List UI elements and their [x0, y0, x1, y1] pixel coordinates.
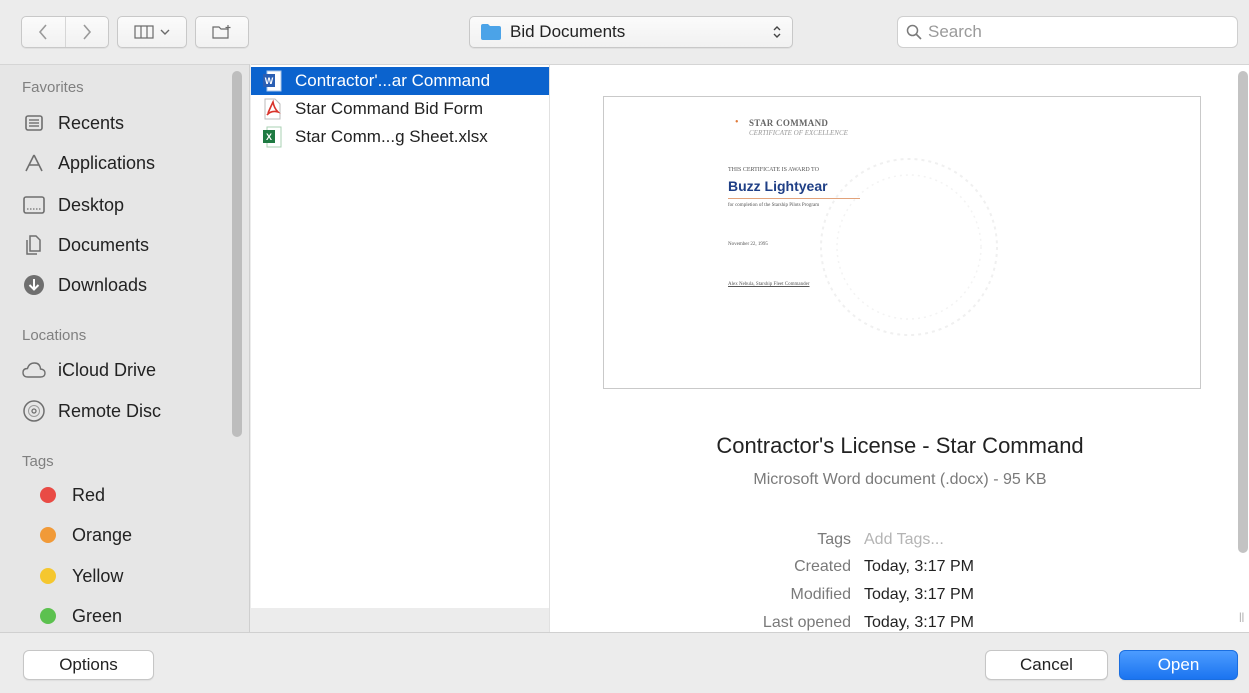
downloads-icon: [22, 273, 46, 297]
new-folder-button[interactable]: [195, 16, 249, 48]
sidebar-scrollbar[interactable]: [232, 71, 242, 437]
up-down-chevron-icon: [773, 26, 781, 38]
location-popup[interactable]: Bid Documents: [469, 16, 793, 48]
meta-label: Tags: [817, 531, 851, 548]
meta-label: Modified: [790, 586, 851, 603]
thumb-completion: for completion of the Starship Pilots Pr…: [728, 203, 820, 208]
file-row-spreadsheet[interactable]: X Star Comm...g Sheet.xlsx: [251, 123, 549, 151]
sidebar-item-label: Green: [72, 605, 123, 626]
thumb-recipient: Buzz Lightyear: [728, 178, 828, 194]
svg-text:X: X: [266, 132, 272, 142]
sidebar-item-documents[interactable]: Documents: [22, 229, 222, 261]
sidebar-item-label: Downloads: [58, 274, 148, 295]
file-name: Star Comm...g Sheet.xlsx: [295, 127, 488, 146]
sidebar-item-desktop[interactable]: Desktop: [22, 189, 222, 221]
icloud-icon: [22, 358, 46, 382]
tag-green-dot-icon: [40, 608, 56, 624]
column-resize-grip-icon[interactable]: ||: [1239, 612, 1244, 623]
favorites-header: Favorites: [22, 79, 84, 96]
sidebar-item-recents[interactable]: Recents: [22, 107, 222, 139]
chevron-left-icon: [39, 24, 47, 40]
meta-value: Today, 3:17 PM: [864, 558, 974, 575]
preview-pane: • STAR COMMAND CERTIFICATE OF EXCELLENCE…: [549, 64, 1249, 632]
sidebar-item-label: Desktop: [58, 194, 125, 215]
pdf-icon: [261, 97, 283, 121]
disc-icon: [22, 399, 46, 423]
meta-tags-row: Tags Add Tags...: [700, 531, 944, 553]
sidebar-item-label: iCloud Drive: [58, 359, 157, 380]
thumb-org: STAR COMMAND: [749, 118, 829, 128]
document-thumbnail: • STAR COMMAND CERTIFICATE OF EXCELLENCE…: [603, 96, 1201, 389]
search-field[interactable]: [897, 16, 1238, 48]
meta-modified-row: Modified Today, 3:17 PM: [700, 586, 974, 608]
preview-scrollbar[interactable]: [1238, 71, 1248, 553]
location-label: Bid Documents: [510, 22, 626, 41]
sidebar-item-label: Orange: [72, 524, 133, 545]
tag-red-dot-icon: [40, 487, 56, 503]
sidebar-item-tag-red[interactable]: Red: [22, 479, 222, 511]
meta-created-row: Created Today, 3:17 PM: [700, 558, 974, 580]
sidebar-item-label: Yellow: [72, 565, 124, 586]
add-tags-field[interactable]: Add Tags...: [864, 531, 944, 553]
file-name: Contractor'...ar Command: [295, 71, 491, 90]
applications-icon: [22, 151, 46, 175]
meta-value: Today, 3:17 PM: [864, 586, 974, 603]
sidebar-item-label: Red: [72, 484, 106, 505]
search-icon: [906, 24, 922, 40]
excel-icon: X: [261, 125, 283, 149]
chevron-down-icon: [160, 29, 170, 35]
sidebar-item-applications[interactable]: Applications: [22, 147, 222, 179]
svg-text:W: W: [265, 76, 274, 86]
word-doc-icon: W: [261, 69, 283, 93]
search-input[interactable]: [928, 22, 1218, 42]
forward-button[interactable]: [64, 17, 109, 47]
view-mode-button[interactable]: [117, 16, 187, 48]
thumb-date: November 22, 1995: [728, 242, 768, 247]
navigation-buttons: [21, 16, 109, 48]
sidebar-item-label: Recents: [58, 112, 125, 133]
file-list: W Contractor'...ar Command Star Command …: [251, 64, 549, 608]
sidebar-item-icloud-drive[interactable]: iCloud Drive: [22, 354, 222, 386]
dialog-footer: Options Cancel Open: [0, 632, 1249, 693]
tag-yellow-dot-icon: [40, 568, 56, 584]
preview-title: Contractor's License - Star Command: [716, 433, 1084, 458]
sidebar-item-tag-orange[interactable]: Orange: [22, 519, 222, 551]
recents-icon: [22, 111, 46, 135]
options-button[interactable]: Options: [23, 650, 154, 680]
meta-label: Created: [794, 558, 851, 575]
sidebar-item-label: Remote Disc: [58, 400, 162, 421]
sidebar-item-remote-disc[interactable]: Remote Disc: [22, 395, 222, 427]
desktop-icon: [22, 193, 46, 217]
watermark-ring-icon: [820, 158, 998, 336]
thumb-underline: [728, 198, 860, 199]
locations-header: Locations: [22, 327, 87, 344]
file-name: Star Command Bid Form: [295, 99, 483, 118]
documents-icon: [22, 233, 46, 257]
back-button[interactable]: [22, 17, 65, 47]
tag-orange-dot-icon: [40, 527, 56, 543]
sidebar-item-tag-yellow[interactable]: Yellow: [22, 560, 222, 592]
file-row-contractors-license[interactable]: W Contractor'...ar Command: [251, 67, 549, 95]
star-bullet-icon: •: [735, 117, 739, 128]
preview-subtitle: Microsoft Word document (.docx) - 95 KB: [753, 471, 1047, 488]
thumb-signer: Alex Nebula, Starship Fleet Commander: [728, 282, 810, 287]
sidebar: Favorites Recents Applications Desktop D…: [0, 64, 250, 632]
tags-header: Tags: [22, 453, 54, 470]
toolbar: Bid Documents: [0, 0, 1249, 64]
cancel-button[interactable]: Cancel: [985, 650, 1108, 680]
chevron-right-icon: [83, 24, 91, 40]
sidebar-item-label: Applications: [58, 152, 156, 173]
open-button[interactable]: Open: [1119, 650, 1238, 680]
sidebar-item-tag-green[interactable]: Green: [22, 600, 222, 632]
new-folder-icon: [212, 25, 231, 39]
thumb-award-line: THIS CERTIFICATE IS AWARD TO: [728, 167, 819, 173]
columns-view-icon: [134, 25, 154, 39]
folder-icon: [481, 24, 501, 40]
sidebar-item-label: Documents: [58, 234, 150, 255]
sidebar-item-downloads[interactable]: Downloads: [22, 269, 222, 301]
thumb-cert-title: CERTIFICATE OF EXCELLENCE: [749, 129, 848, 137]
file-row-bid-form[interactable]: Star Command Bid Form: [251, 95, 549, 123]
